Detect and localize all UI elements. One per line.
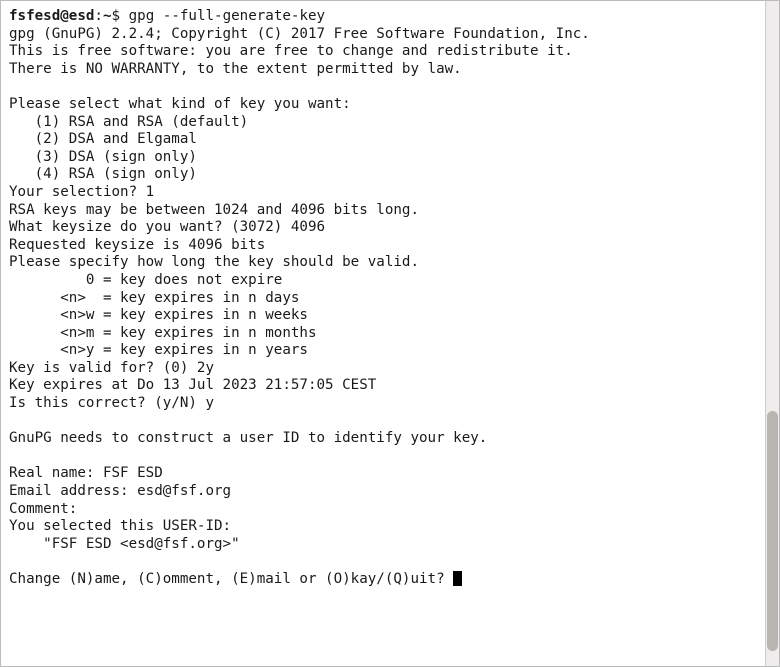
terminal-line: <n> = key expires in n days	[9, 290, 299, 306]
prompt-path: ~	[103, 8, 112, 24]
terminal-line: Real name: FSF ESD	[9, 465, 163, 481]
vertical-scrollbar[interactable]	[765, 1, 779, 666]
terminal-line: RSA keys may be between 1024 and 4096 bi…	[9, 202, 419, 218]
terminal-line: Please select what kind of key you want:	[9, 96, 351, 112]
terminal-line: Key expires at Do 13 Jul 2023 21:57:05 C…	[9, 377, 376, 393]
terminal-viewport[interactable]: fsfesd@esd:~$ gpg --full-generate-key gp…	[1, 1, 765, 666]
terminal-line: <n>w = key expires in n weeks	[9, 307, 308, 323]
terminal-line: Requested keysize is 4096 bits	[9, 237, 265, 253]
terminal-line: (2) DSA and Elgamal	[9, 131, 197, 147]
terminal-line: Comment:	[9, 501, 77, 517]
terminal-line: GnuPG needs to construct a user ID to id…	[9, 430, 487, 446]
terminal-window: fsfesd@esd:~$ gpg --full-generate-key gp…	[0, 0, 780, 667]
terminal-line: 0 = key does not expire	[9, 272, 282, 288]
terminal-line: (1) RSA and RSA (default)	[9, 114, 248, 130]
terminal-line: Key is valid for? (0) 2y	[9, 360, 214, 376]
terminal-line: "FSF ESD <esd@fsf.org>"	[9, 536, 240, 552]
terminal-line: Your selection? 1	[9, 184, 154, 200]
scrollbar-thumb[interactable]	[767, 411, 778, 651]
terminal-line: (4) RSA (sign only)	[9, 166, 197, 182]
terminal-line: What keysize do you want? (3072) 4096	[9, 219, 325, 235]
terminal-line: Email address: esd@fsf.org	[9, 483, 231, 499]
terminal-line: You selected this USER-ID:	[9, 518, 231, 534]
terminal-line: <n>m = key expires in n months	[9, 325, 317, 341]
terminal-line: Is this correct? (y/N) y	[9, 395, 214, 411]
terminal-line: Please specify how long the key should b…	[9, 254, 419, 270]
terminal-line: <n>y = key expires in n years	[9, 342, 308, 358]
terminal-line: There is NO WARRANTY, to the extent perm…	[9, 61, 462, 77]
terminal-cursor[interactable]	[453, 571, 462, 586]
terminal-line: This is free software: you are free to c…	[9, 43, 573, 59]
prompt-command: gpg --full-generate-key	[129, 8, 325, 24]
prompt-sep: :	[94, 8, 103, 24]
prompt-symbol: $	[112, 8, 121, 24]
prompt-userhost: fsfesd@esd	[9, 8, 94, 24]
terminal-line: Change (N)ame, (C)omment, (E)mail or (O)…	[9, 571, 453, 587]
terminal-line: (3) DSA (sign only)	[9, 149, 197, 165]
terminal-line: gpg (GnuPG) 2.2.4; Copyright (C) 2017 Fr…	[9, 26, 590, 42]
